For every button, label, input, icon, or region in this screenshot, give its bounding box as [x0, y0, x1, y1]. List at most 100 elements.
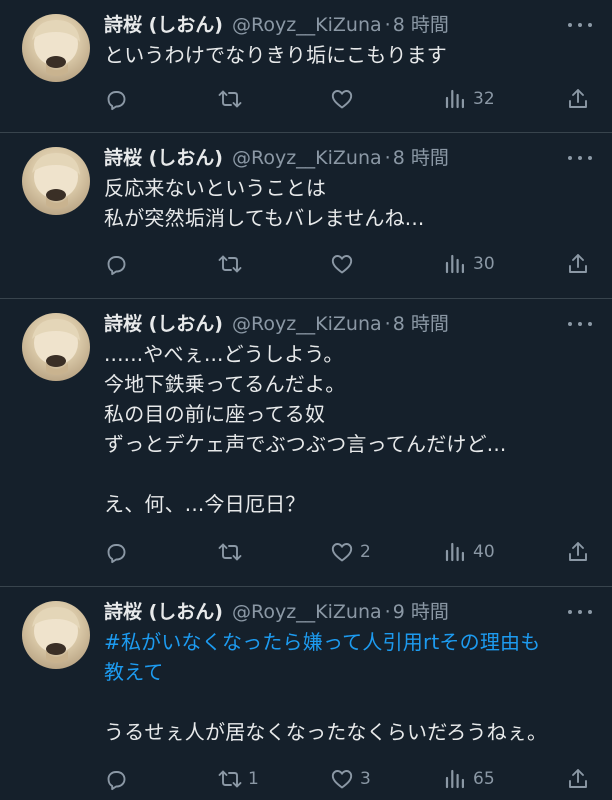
- avatar-image: [32, 319, 80, 375]
- tweet[interactable]: 詩桜 (しおん) @Royz__KiZuna · 8 時間 というわけでなりきり…: [0, 0, 612, 133]
- retweet-button[interactable]: [218, 537, 248, 567]
- reply-icon: [107, 256, 126, 276]
- share-button[interactable]: [566, 249, 590, 279]
- heart-icon: [331, 770, 353, 789]
- user-handle[interactable]: @Royz__KiZuna: [232, 10, 382, 40]
- retweet-icon: [218, 543, 242, 561]
- views-icon: [445, 542, 464, 562]
- display-name[interactable]: 詩桜 (しおん): [104, 143, 223, 173]
- display-name[interactable]: 詩桜 (しおん): [104, 597, 223, 627]
- separator-dot: ·: [384, 147, 391, 169]
- tweet-actions: 2 40: [0, 537, 594, 567]
- tweet-text-line: うるせぇ人が居なくなったなくらいだろうねぇ。: [104, 720, 548, 744]
- timestamp[interactable]: 8 時間: [393, 309, 449, 339]
- reply-button[interactable]: [104, 84, 134, 114]
- user-handle[interactable]: @Royz__KiZuna: [232, 309, 382, 339]
- like-button[interactable]: 2: [330, 537, 371, 567]
- reply-button[interactable]: [104, 249, 134, 279]
- separator-dot: ·: [384, 14, 391, 36]
- tweet-text-line: 今地下鉄乗ってるんだよ。: [104, 372, 346, 396]
- tweet-text-line: 反応来ないということは: [104, 176, 327, 200]
- reply-icon: [107, 91, 126, 111]
- views-button[interactable]: 30: [443, 249, 495, 279]
- separator-dot: ·: [384, 601, 391, 623]
- views-icon: [445, 254, 464, 274]
- tweet-text-line: [104, 459, 594, 489]
- tweet-header: 詩桜 (しおん) @Royz__KiZuna · 8 時間: [104, 309, 594, 339]
- views-button[interactable]: 40: [443, 537, 495, 567]
- views-button[interactable]: 32: [443, 84, 495, 114]
- like-count: 3: [360, 769, 371, 789]
- more-icon[interactable]: [568, 147, 592, 169]
- tweet-actions: 1 3 65: [0, 764, 594, 794]
- tweet-text: というわけでなりきり垢にこもります: [104, 40, 594, 70]
- share-icon: [569, 254, 587, 273]
- separator-dot: ·: [384, 313, 391, 335]
- more-icon[interactable]: [568, 14, 592, 36]
- user-handle[interactable]: @Royz__KiZuna: [232, 143, 382, 173]
- display-name[interactable]: 詩桜 (しおん): [104, 10, 223, 40]
- avatar-image: [32, 607, 80, 663]
- tweet-header: 詩桜 (しおん) @Royz__KiZuna · 8 時間: [104, 143, 594, 173]
- tweet-actions: 32: [0, 84, 594, 114]
- tweet-text-line: [104, 687, 594, 717]
- tweet[interactable]: 詩桜 (しおん) @Royz__KiZuna · 9 時間 #私がいなくなったら…: [0, 587, 612, 800]
- views-icon: [445, 89, 464, 109]
- retweet-icon: [218, 255, 242, 273]
- avatar[interactable]: [22, 14, 90, 82]
- reply-icon: [107, 544, 126, 564]
- share-button[interactable]: [566, 84, 590, 114]
- tweet-text-line: ずっとデケェ声でぶつぶつ言ってんだけど...: [104, 432, 507, 456]
- like-button[interactable]: [330, 84, 360, 114]
- timestamp[interactable]: 8 時間: [393, 10, 449, 40]
- tweet-text-line: 私の目の前に座ってる奴: [104, 402, 326, 426]
- tweet-header: 詩桜 (しおん) @Royz__KiZuna · 9 時間: [104, 597, 594, 627]
- views-count: 30: [473, 254, 495, 274]
- tweet[interactable]: 詩桜 (しおん) @Royz__KiZuna · 8 時間 反応来ないということ…: [0, 133, 612, 299]
- timestamp[interactable]: 9 時間: [393, 597, 449, 627]
- tweet-text: #私がいなくなったら嫌って人引用rtその理由も 教えて うるせぇ人が居なくなった…: [104, 627, 594, 747]
- share-icon: [569, 542, 587, 561]
- more-icon[interactable]: [568, 601, 592, 623]
- retweet-count: 1: [248, 769, 259, 789]
- hashtag-link[interactable]: #私がいなくなったら嫌って人引用rtその理由も: [104, 627, 594, 657]
- share-icon: [569, 769, 587, 788]
- share-button[interactable]: [566, 764, 590, 794]
- reply-button[interactable]: [104, 764, 134, 794]
- user-handle[interactable]: @Royz__KiZuna: [232, 597, 382, 627]
- like-button[interactable]: [330, 249, 360, 279]
- tweet-text-line: ......やべぇ...どうしよう。: [104, 342, 344, 366]
- retweet-button[interactable]: [218, 249, 248, 279]
- timestamp[interactable]: 8 時間: [393, 143, 449, 173]
- avatar-image: [32, 153, 80, 209]
- timeline-feed: 詩桜 (しおん) @Royz__KiZuna · 8 時間 というわけでなりきり…: [0, 0, 612, 800]
- reply-icon: [107, 771, 126, 791]
- heart-icon: [331, 255, 353, 274]
- tweet-header: 詩桜 (しおん) @Royz__KiZuna · 8 時間: [104, 10, 594, 40]
- like-count: 2: [360, 542, 371, 562]
- views-button[interactable]: 65: [443, 764, 495, 794]
- avatar[interactable]: [22, 147, 90, 215]
- retweet-button[interactable]: 1: [218, 764, 259, 794]
- display-name[interactable]: 詩桜 (しおん): [104, 309, 223, 339]
- views-count: 32: [473, 89, 495, 109]
- heart-icon: [331, 543, 353, 562]
- heart-icon: [331, 90, 353, 109]
- share-button[interactable]: [566, 537, 590, 567]
- more-icon[interactable]: [568, 313, 592, 335]
- views-count: 65: [473, 769, 495, 789]
- views-count: 40: [473, 542, 495, 562]
- hashtag-link[interactable]: 教えて: [104, 657, 594, 687]
- retweet-icon: [218, 770, 242, 788]
- avatar[interactable]: [22, 313, 90, 381]
- share-icon: [569, 89, 587, 108]
- avatar-image: [32, 20, 80, 76]
- like-button[interactable]: 3: [330, 764, 371, 794]
- avatar[interactable]: [22, 601, 90, 669]
- retweet-button[interactable]: [218, 84, 248, 114]
- views-icon: [445, 769, 464, 789]
- tweet[interactable]: 詩桜 (しおん) @Royz__KiZuna · 8 時間 ......やべぇ.…: [0, 299, 612, 587]
- reply-button[interactable]: [104, 537, 134, 567]
- tweet-text: ......やべぇ...どうしよう。 今地下鉄乗ってるんだよ。 私の目の前に座っ…: [104, 339, 594, 519]
- tweet-text-line: え、何、...今日厄日？: [104, 492, 306, 516]
